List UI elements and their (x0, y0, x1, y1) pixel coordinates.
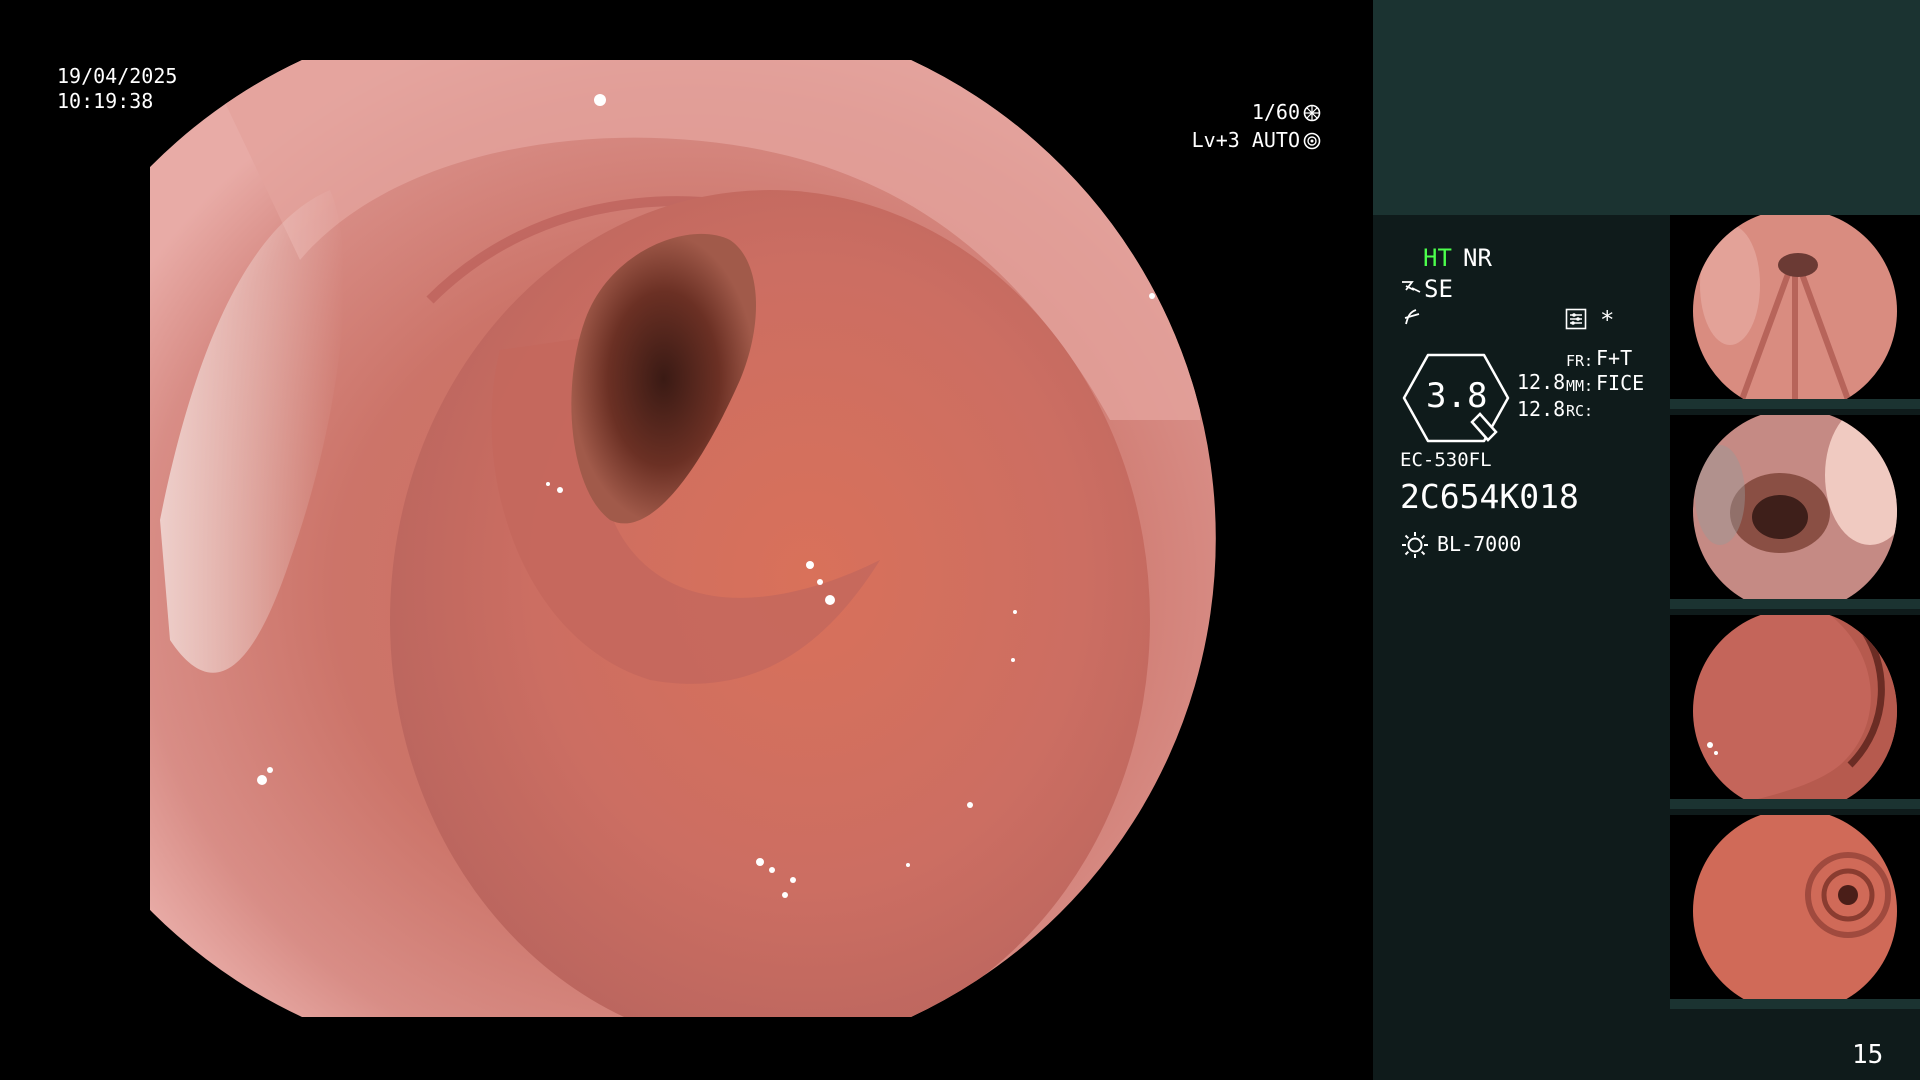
zoom-value: 3.8 (1426, 376, 1488, 416)
thumbnail-image (1693, 415, 1897, 609)
endoscopic-image (150, 60, 1216, 1017)
readout-value-b: 12.8 (1517, 397, 1566, 421)
endoscopy-screen: 19/04/2025 10:19:38 1/60 Lv+3 AUTO HT NR (0, 0, 1920, 1080)
mm-value: FICE (1596, 371, 1645, 395)
scope-settings: HT NR SE * 3.8 12.8 12.8 FR: F+T MM: FIC… (1400, 240, 1660, 580)
thumbnail-image (1693, 615, 1897, 809)
thumbnail-2[interactable] (1670, 415, 1920, 609)
thumbnail-image (1693, 815, 1897, 1009)
thumbnail-4[interactable] (1670, 815, 1920, 1009)
mm-label: MM: (1566, 377, 1594, 395)
exposure-text: Lv+3 AUTO (1191, 128, 1300, 152)
time-text: 10:19:38 (57, 89, 154, 113)
thumbnail-image (1693, 215, 1897, 409)
readout-value-a: 12.8 (1517, 370, 1566, 394)
shutter-text: 1/60 (1251, 100, 1300, 124)
exposure-readout: Lv+3 AUTO (1192, 128, 1321, 153)
structure-enhance-icon (1402, 281, 1421, 293)
fr-value: F+T (1596, 346, 1633, 370)
thumbnail-3[interactable] (1670, 615, 1920, 809)
nr-indicator: NR (1463, 244, 1492, 272)
endoscopic-view: 19/04/2025 10:19:38 1/60 Lv+3 AUTO (0, 0, 1373, 1080)
shutter-readout: 1/60 (1252, 100, 1321, 125)
light-source-model: BL-7000 (1437, 532, 1522, 556)
rc-label: RC: (1566, 402, 1594, 420)
frame-counter: 15 (1852, 1040, 1884, 1070)
thumbnail-strip (1670, 799, 1920, 809)
panel-header (1373, 0, 1920, 215)
star-indicator: * (1600, 306, 1615, 334)
thumbnail-strip (1670, 599, 1920, 609)
date-text: 19/04/2025 (57, 64, 178, 88)
color-enhance-icon (1404, 309, 1420, 325)
thumbnail-1[interactable] (1670, 215, 1920, 409)
scope-model: EC-530FL (1400, 449, 1492, 471)
thumbnail-strip (1670, 399, 1920, 409)
scope-serial: 2C654K018 (1400, 477, 1579, 516)
ht-indicator: HT (1423, 244, 1452, 272)
light-source-icon (1402, 532, 1428, 558)
settings-icon (1565, 308, 1587, 330)
iris-icon (1303, 132, 1321, 149)
fr-label: FR: (1566, 352, 1594, 370)
shutter-icon (1303, 104, 1321, 121)
se-indicator: SE (1424, 275, 1453, 303)
thumbnail-strip (1670, 999, 1920, 1009)
